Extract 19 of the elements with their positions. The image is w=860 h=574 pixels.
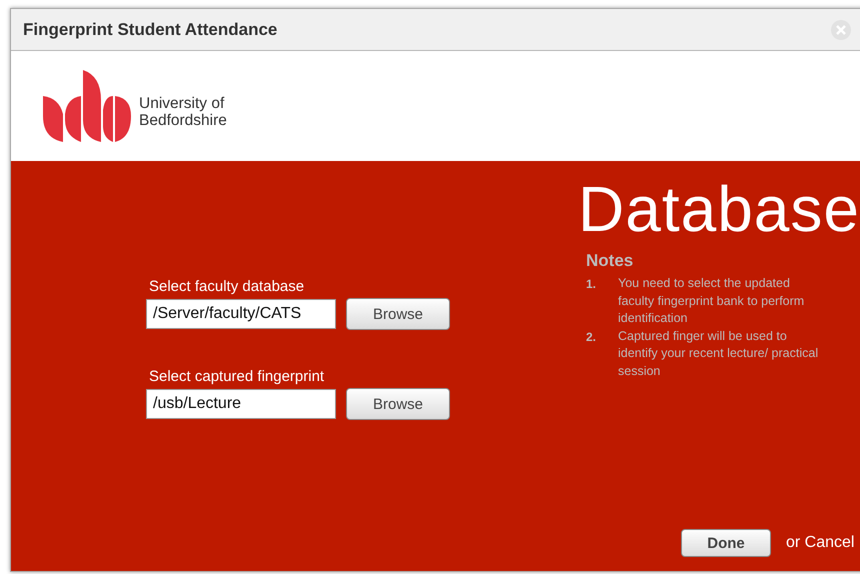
note-text: Captured finger will be used to identify your recent lecture/ practical session xyxy=(618,328,820,380)
done-button[interactable]: Done xyxy=(681,529,771,557)
path-field[interactable]: /Server/faculty/CATS xyxy=(146,299,336,329)
window-title: Fingerprint Student Attendance xyxy=(23,20,278,40)
field-label: Select captured fingerprint xyxy=(149,368,326,385)
close-icon[interactable] xyxy=(831,20,851,40)
field-label: Select faculty database xyxy=(149,278,306,295)
logo-text: Bedfordshire xyxy=(139,112,227,129)
note-number: 1. xyxy=(586,276,598,293)
browse-button[interactable]: Browse xyxy=(346,388,450,420)
logo-icon xyxy=(43,70,131,142)
notes-title: Notes xyxy=(586,251,634,271)
browse-button[interactable]: Browse xyxy=(346,298,450,330)
note-number: 2. xyxy=(586,328,598,346)
note-text: You need to select the updated faculty fingerprint bank to perform identification xyxy=(618,275,806,327)
page-heading: Database xyxy=(578,172,860,247)
cancel-link[interactable]: or Cancel xyxy=(786,534,854,552)
logo-text: University of xyxy=(139,95,226,112)
path-field[interactable]: /usb/Lecture xyxy=(146,389,336,419)
